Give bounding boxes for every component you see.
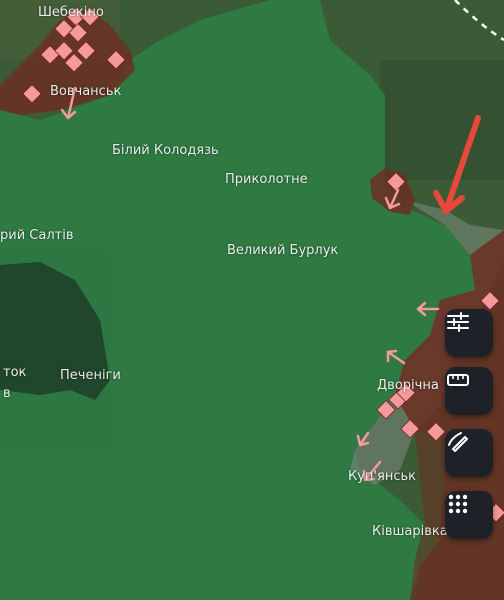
draw-icon [448,432,468,452]
sliders-icon [447,312,469,332]
place-label: Ківшарівка [372,524,448,539]
place-label: Шебекіно [38,5,104,20]
grid-dots-icon [448,494,468,514]
measure-button[interactable] [445,367,493,415]
place-label: в [3,386,11,401]
draw-button[interactable] [445,429,493,477]
place-label: Дворічна [377,378,439,393]
more-button[interactable] [445,491,493,539]
place-label: Печеніги [60,368,121,383]
place-label: Куп'янськ [348,469,416,484]
place-label: ток [3,365,27,380]
place-label: рий Салтів [0,228,74,243]
place-label: Вовчанськ [50,84,122,99]
filters-button[interactable] [445,309,493,357]
place-label: Приколотне [225,172,308,187]
place-label: Білий Колодязь [112,143,219,158]
place-label: Великий Бурлук [227,243,339,258]
ruler-icon [447,374,469,386]
map-view[interactable]: Шебекіно Вовчанськ Білий Колодязь Прикол… [0,0,504,600]
